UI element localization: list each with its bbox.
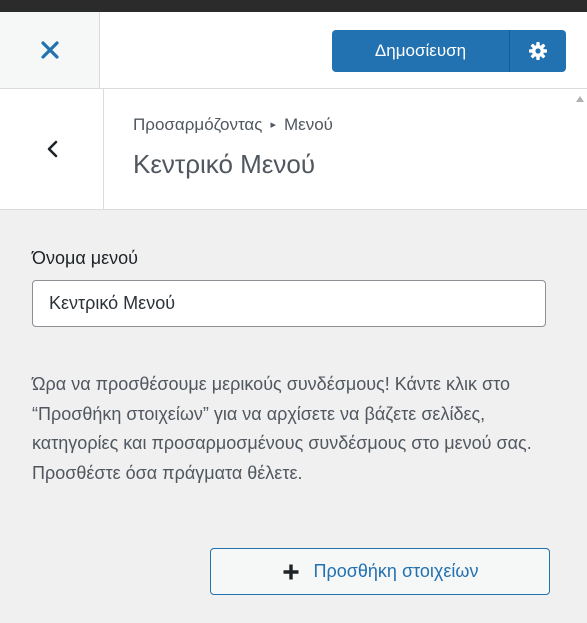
add-items-label: Προσθήκη στοιχείων bbox=[313, 561, 479, 581]
customizer-header: Δημοσίευση bbox=[0, 12, 587, 89]
publish-settings-button[interactable] bbox=[510, 30, 566, 72]
publish-button[interactable]: Δημοσίευση bbox=[332, 30, 510, 72]
plus-icon bbox=[283, 564, 299, 579]
scroll-up-arrow-icon[interactable] bbox=[576, 96, 584, 102]
section-header: Προσαρμόζοντας ▸ Μενού Κεντρικό Μενού bbox=[0, 89, 587, 210]
menu-name-label: Όνομα μενού bbox=[32, 248, 138, 268]
publish-group: Δημοσίευση bbox=[332, 30, 566, 72]
scrollbar[interactable] bbox=[576, 89, 587, 623]
close-button[interactable] bbox=[0, 12, 100, 88]
breadcrumb: Προσαρμόζοντας ▸ Μενού bbox=[133, 115, 333, 135]
customizer-panel: Δημοσίευση Προσαρμόζοντας ▸ Μενού Κεντρι… bbox=[0, 0, 587, 623]
top-dark-bar bbox=[0, 0, 587, 12]
gear-icon bbox=[529, 42, 547, 60]
section-title: Κεντρικό Μενού bbox=[133, 149, 316, 179]
breadcrumb-separator-icon: ▸ bbox=[270, 119, 276, 131]
chevron-left-icon bbox=[47, 140, 57, 158]
menu-help-text: Ώρα να προσθέσουμε μερικούς συνδέσμους! … bbox=[32, 374, 532, 483]
back-button[interactable] bbox=[0, 89, 104, 209]
breadcrumb-parent: Προσαρμόζοντας bbox=[133, 115, 263, 134]
menu-name-input[interactable] bbox=[32, 280, 546, 327]
add-items-button[interactable]: Προσθήκη στοιχείων bbox=[210, 548, 550, 595]
breadcrumb-current: Μενού bbox=[283, 115, 333, 134]
close-icon bbox=[40, 41, 59, 59]
